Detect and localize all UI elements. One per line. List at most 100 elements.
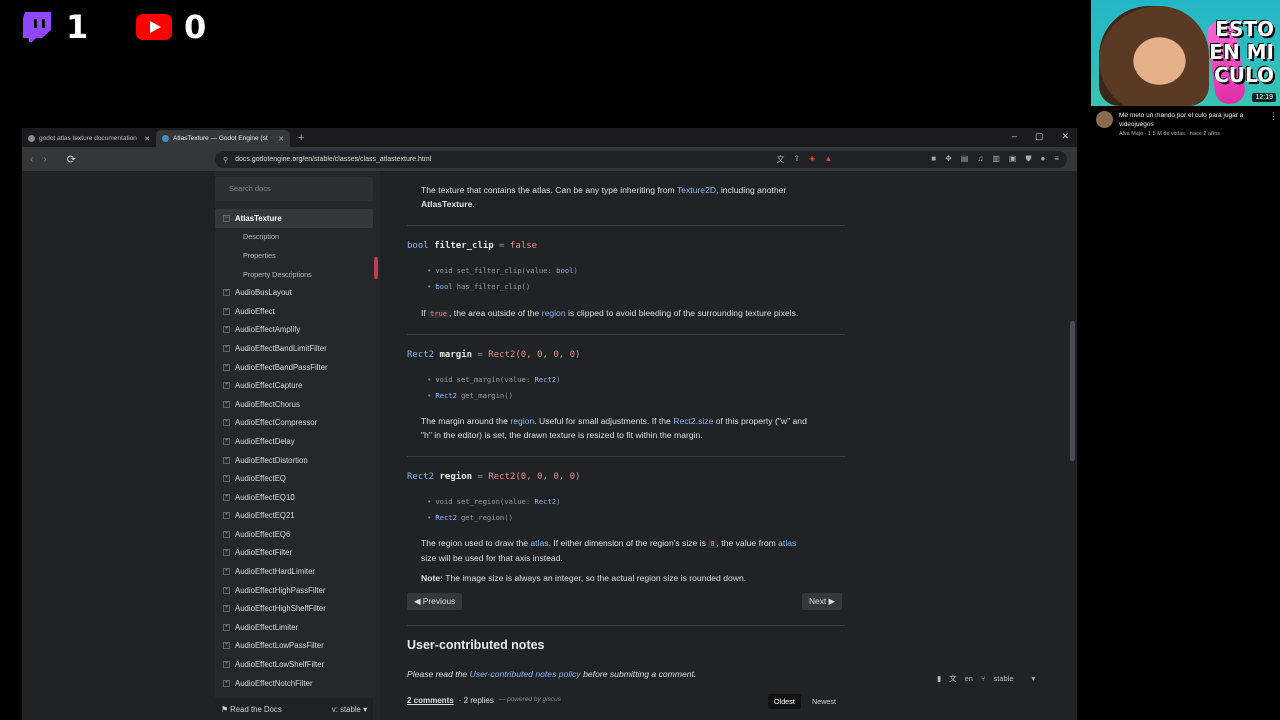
expand-icon[interactable]: + [223,549,230,557]
toc-item[interactable]: + AudioEffectNotchFilter [215,674,373,689]
sort-oldest-button[interactable]: Oldest [768,694,801,709]
read-the-docs-bar[interactable]: ⚑ Read the Docs v: stable ▾ [215,698,373,720]
toc-subitem[interactable]: Property Descriptions [215,265,373,284]
minimize-button[interactable]: – [1012,131,1017,142]
reload-icon[interactable]: ⟳ [67,153,76,166]
expand-icon[interactable]: + [223,475,230,483]
back-icon[interactable]: ‹ [30,154,33,165]
expand-icon[interactable]: + [223,568,230,576]
share-icon[interactable]: ⇪ [793,154,800,165]
expand-icon[interactable]: + [223,661,230,669]
toc-item[interactable]: + AudioEffectDelay [215,432,373,451]
close-tab-icon[interactable]: ✕ [144,135,150,143]
atlas-link[interactable]: atlas [530,538,548,548]
expand-icon[interactable]: + [223,623,230,631]
arg-type[interactable]: Rect2 [535,375,557,384]
collapse-icon[interactable]: − [223,214,230,222]
address-bar[interactable]: ⚲ docs.godotengine.org/en/stable/classes… [215,151,1067,168]
type-link[interactable]: bool [407,241,429,251]
toc-subitem[interactable]: Properties [215,246,373,265]
toc-item[interactable]: + AudioEffectEQ10 [215,488,373,507]
music-icon[interactable]: ♫ [977,154,983,165]
profile-icon[interactable]: ● [1040,154,1045,165]
brave-shield-icon[interactable]: ◈ [809,154,815,165]
rect2-size-link[interactable]: Rect2.size [673,416,713,426]
toc-subitem[interactable]: Description [215,228,373,247]
toc-item[interactable]: + AudioEffectEQ21 [215,507,373,526]
previous-button[interactable]: ◀ Previous [407,593,463,610]
more-vert-icon[interactable]: ⋮ [1269,111,1278,137]
rewards-icon[interactable]: ▲ [824,154,832,165]
video-thumbnail[interactable]: ESTO EN MI CULO 12:19 [1091,0,1280,106]
toc-item[interactable]: + AudioEffectBandLimitFilter [215,339,373,358]
sidebar-scroll-thumb[interactable] [374,257,378,279]
channel-avatar[interactable] [1096,111,1113,128]
return-type[interactable]: Rect2 [435,391,457,400]
toc-item[interactable]: + AudioEffectLimiter [215,618,373,637]
toc-item[interactable]: + AudioEffectLowPassFilter [215,637,373,656]
media-icon[interactable]: ▤ [961,154,969,165]
expand-icon[interactable]: + [223,456,230,464]
arg-type[interactable]: Rect2 [535,497,557,506]
toc-item[interactable]: + AudioEffectCompressor [215,414,373,433]
expand-icon[interactable]: + [223,400,230,408]
translate-icon[interactable]: 文 [776,154,784,165]
expand-icon[interactable]: + [223,344,230,352]
sidebar-icon[interactable]: ▥ [992,154,1000,165]
sort-newest-button[interactable]: Newest [806,694,842,709]
region-link[interactable]: region [510,416,534,426]
expand-icon[interactable]: + [223,437,230,445]
toc-item[interactable]: + AudioEffectDistortion [215,451,373,470]
toc-item[interactable]: + AudioEffectEQ6 [215,525,373,544]
toc-item[interactable]: + AudioEffectCapture [215,376,373,395]
comments-count[interactable]: 2 comments [407,696,454,705]
expand-icon[interactable]: + [223,512,230,520]
toc-item[interactable]: + AudioEffectHardLimiter [215,562,373,581]
version-selector[interactable]: v: stable ▾ [332,705,367,714]
toc-item[interactable]: + AudioEffectHighPassFilter [215,581,373,600]
toc-item[interactable]: + AudioEffect [215,302,373,321]
close-window-button[interactable]: ✕ [1061,131,1069,142]
vpn-icon[interactable]: ⛊ [1025,154,1031,165]
sidebar-scrollbar[interactable] [374,209,378,689]
new-tab-button[interactable]: + [290,130,312,147]
expand-icon[interactable]: + [223,605,230,613]
toc-item[interactable]: + AudioBusLayout [215,283,373,302]
toc-item[interactable]: + AudioEffectChorus [215,395,373,414]
type-link[interactable]: Rect2 [407,350,434,360]
toc-item[interactable]: + AudioEffectFilter [215,544,373,563]
tab-search[interactable]: godot atlas texture documentation ✕ [22,130,156,147]
expand-icon[interactable]: + [223,307,230,315]
expand-icon[interactable]: + [223,493,230,501]
site-info-icon[interactable]: ⚲ [223,156,228,164]
page-scrollbar[interactable] [1068,171,1077,720]
return-type[interactable]: Rect2 [435,513,457,522]
maximize-button[interactable]: ▢ [1035,131,1044,142]
next-button[interactable]: Next ▶ [802,593,843,610]
expand-icon[interactable]: + [223,363,230,371]
expand-icon[interactable]: + [223,530,230,538]
arg-type[interactable]: bool [556,266,573,275]
search-input[interactable]: Search docs [215,177,373,201]
menu-icon[interactable]: ≡ [1054,154,1059,165]
toc-item[interactable]: − AtlasTexture [215,209,373,228]
notes-policy-link[interactable]: User-contributed notes policy [470,669,581,679]
atlas-link[interactable]: atlas [778,538,796,548]
close-tab-icon[interactable]: ✕ [278,135,284,143]
expand-icon[interactable]: + [223,586,230,594]
return-type[interactable]: bool [435,282,452,291]
wallet-icon[interactable]: ▣ [1009,154,1017,165]
toc-item[interactable]: + AudioEffectLowShelfFilter [215,655,373,674]
expand-icon[interactable]: + [223,642,230,650]
tab-atlastexture[interactable]: AtlasTexture — Godot Engine (st ✕ [156,130,290,147]
expand-icon[interactable]: + [223,419,230,427]
expand-icon[interactable]: + [223,382,230,390]
language-version-bar[interactable]: ▮ 文 en ⑂ stable ▾ [937,673,1035,684]
forward-icon[interactable]: › [43,154,46,165]
toc-item[interactable]: + AudioEffectHighShelfFilter [215,599,373,618]
toc-item[interactable]: + AudioEffectEQ [215,469,373,488]
page-scroll-thumb[interactable] [1070,321,1075,461]
toc-item[interactable]: + AudioEffectAmplify [215,321,373,340]
expand-icon[interactable]: + [223,326,230,334]
puzzle-icon[interactable]: ✥ [945,154,952,165]
